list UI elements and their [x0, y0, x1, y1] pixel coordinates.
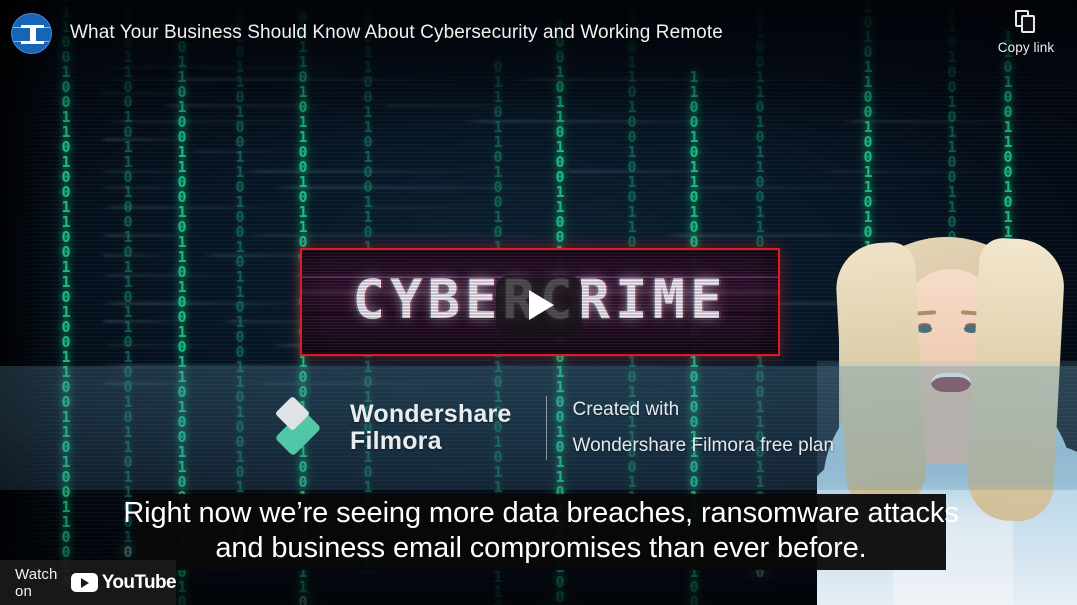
filmora-created-line-1: Created with	[572, 399, 680, 420]
caption-line-2: and business email compromises than ever…	[215, 532, 867, 564]
youtube-logo: YouTube	[70, 572, 177, 593]
copy-link-button[interactable]: Copy link	[987, 4, 1065, 55]
filmora-brand-name: Wondershare Filmora	[350, 400, 512, 455]
watch-on-label: Watch on	[15, 565, 58, 600]
video-title[interactable]: What Your Business Should Know About Cyb…	[70, 21, 723, 45]
play-button[interactable]	[495, 275, 582, 335]
filmora-created-with: Created with Wondershare Filmora free pl…	[573, 392, 835, 464]
youtube-play-icon	[70, 573, 98, 592]
channel-logo-icon[interactable]	[11, 12, 52, 54]
player-header-bar: What Your Business Should Know About Cyb…	[0, 0, 1077, 66]
youtube-wordmark: YouTube	[101, 572, 177, 593]
caption-line-1: Right now we’re seeing more data breache…	[123, 497, 959, 529]
filmora-divider	[545, 396, 547, 460]
copy-icon	[1014, 10, 1039, 35]
play-icon	[529, 290, 554, 320]
filmora-watermark: Wondershare Filmora Created with Wonders…	[272, 388, 834, 468]
filmora-diamond-icon	[272, 395, 332, 461]
video-stage: 0 1 1 0 0 1 0 0 1 1 0 1 0 0 1 1 0 0 1 1 …	[0, 0, 1077, 605]
copy-link-label: Copy link	[997, 40, 1055, 55]
filmora-created-line-2: Wondershare Filmora free plan	[572, 435, 835, 456]
youtube-video-player[interactable]: 0 1 1 0 0 1 0 0 1 1 0 1 0 0 1 1 0 0 1 1 …	[0, 0, 1077, 605]
watch-on-youtube-button[interactable]: Watch on YouTube	[0, 560, 177, 605]
subtitle-caption-box: Right now we’re seeing more data breache…	[123, 494, 959, 570]
presenter-eye	[917, 325, 932, 333]
